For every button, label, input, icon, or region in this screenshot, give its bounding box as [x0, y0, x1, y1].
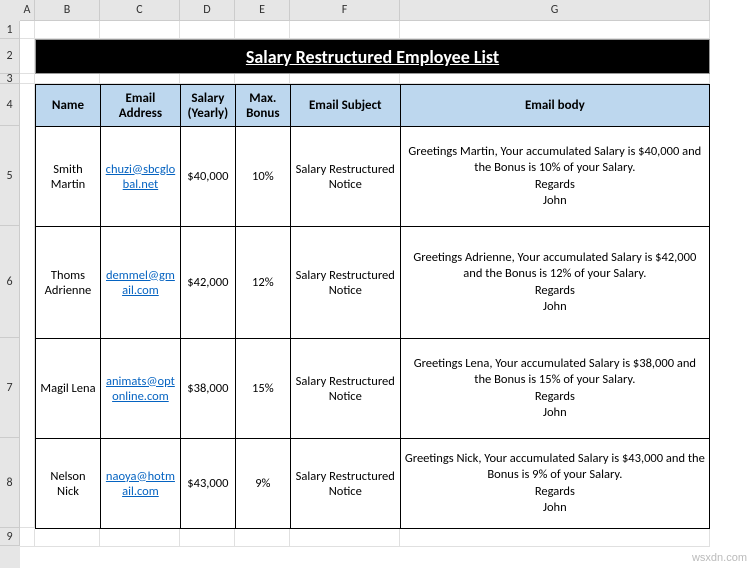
- table-row: Thoms Adriennedemmel@gmail.com$42,00012%…: [36, 227, 710, 339]
- cell[interactable]: [400, 529, 710, 547]
- cell-name[interactable]: Nelson Nick: [36, 439, 101, 529]
- cell-body[interactable]: Greetings Adrienne, Your accumulated Sal…: [400, 227, 709, 339]
- cell[interactable]: [100, 21, 180, 39]
- cell[interactable]: [400, 21, 710, 39]
- cell[interactable]: [235, 21, 290, 39]
- cell[interactable]: [35, 529, 100, 547]
- col-header-b[interactable]: B: [35, 0, 100, 21]
- cell[interactable]: [235, 529, 290, 547]
- cell[interactable]: [35, 21, 100, 39]
- col-subject[interactable]: Email Subject: [290, 85, 400, 127]
- col-header-g[interactable]: G: [400, 0, 710, 21]
- cell-subject[interactable]: Salary Restructured Notice: [290, 339, 400, 439]
- cell-bonus[interactable]: 10%: [235, 127, 290, 227]
- row-header-7[interactable]: 7: [0, 338, 20, 438]
- cell[interactable]: [180, 74, 235, 84]
- title-cell[interactable]: Salary Restructured Employee List: [35, 39, 710, 74]
- row-headers: 123456789: [0, 0, 20, 568]
- cell[interactable]: [35, 74, 100, 84]
- cell-name[interactable]: Smith Martin: [36, 127, 101, 227]
- col-header-e[interactable]: E: [235, 0, 290, 21]
- cell-name[interactable]: Thoms Adrienne: [36, 227, 101, 339]
- row-header-2[interactable]: 2: [0, 39, 20, 74]
- row-header-5[interactable]: 5: [0, 126, 20, 226]
- cell-email[interactable]: naoya@hotmail.com: [100, 439, 180, 529]
- cell-body[interactable]: Greetings Martin, Your accumulated Salar…: [400, 127, 709, 227]
- col-header-f[interactable]: F: [290, 0, 400, 21]
- row-header-3[interactable]: 3: [0, 74, 20, 84]
- row-header-9[interactable]: 9: [0, 528, 20, 546]
- cell-subject[interactable]: Salary Restructured Notice: [290, 227, 400, 339]
- email-link[interactable]: animats@optonline.com: [106, 374, 175, 404]
- email-link[interactable]: chuzi@sbcglobal.net: [106, 162, 176, 192]
- cell-salary[interactable]: $42,000: [180, 227, 235, 339]
- col-body[interactable]: Email body: [400, 85, 709, 127]
- cell[interactable]: [20, 74, 35, 84]
- cell[interactable]: [180, 21, 235, 39]
- row-header-4[interactable]: 4: [0, 84, 20, 126]
- cell-email[interactable]: animats@optonline.com: [100, 339, 180, 439]
- cell-name[interactable]: Magil Lena: [36, 339, 101, 439]
- cell-email[interactable]: chuzi@sbcglobal.net: [100, 127, 180, 227]
- table-row: Nelson Nicknaoya@hotmail.com$43,0009%Sal…: [36, 439, 710, 529]
- cell-salary[interactable]: $40,000: [180, 127, 235, 227]
- cell[interactable]: [400, 74, 710, 84]
- col-salary[interactable]: Salary (Yearly): [180, 85, 235, 127]
- column-headers: ABCDEFG: [20, 0, 755, 21]
- cell-subject[interactable]: Salary Restructured Notice: [290, 127, 400, 227]
- cell[interactable]: [235, 74, 290, 84]
- cell-subject[interactable]: Salary Restructured Notice: [290, 439, 400, 529]
- employee-table: Name Email Address Salary (Yearly) Max. …: [35, 84, 710, 529]
- col-header-a[interactable]: A: [20, 0, 35, 21]
- cell-a2[interactable]: [20, 39, 35, 74]
- cell-a4[interactable]: [20, 84, 35, 528]
- cell[interactable]: [180, 529, 235, 547]
- email-link[interactable]: naoya@hotmail.com: [106, 469, 175, 499]
- worksheet: Salary Restructured Employee List Name E…: [20, 21, 710, 547]
- cell-bonus[interactable]: 15%: [235, 339, 290, 439]
- cell[interactable]: [290, 21, 400, 39]
- row-header-6[interactable]: 6: [0, 226, 20, 338]
- cell-salary[interactable]: $43,000: [180, 439, 235, 529]
- watermark: wsxdn.com: [692, 552, 747, 564]
- cell-salary[interactable]: $38,000: [180, 339, 235, 439]
- col-name[interactable]: Name: [36, 85, 101, 127]
- table-row: Smith Martinchuzi@sbcglobal.net$40,00010…: [36, 127, 710, 227]
- col-header-c[interactable]: C: [100, 0, 180, 21]
- col-bonus[interactable]: Max. Bonus: [235, 85, 290, 127]
- col-email[interactable]: Email Address: [100, 85, 180, 127]
- row-header-1[interactable]: 1: [0, 21, 20, 39]
- cell-bonus[interactable]: 9%: [235, 439, 290, 529]
- col-header-d[interactable]: D: [180, 0, 235, 21]
- cell-email[interactable]: demmel@gmail.com: [100, 227, 180, 339]
- cell-body[interactable]: Greetings Lena, Your accumulated Salary …: [400, 339, 709, 439]
- cell[interactable]: [20, 21, 35, 39]
- table-row: Magil Lenaanimats@optonline.com$38,00015…: [36, 339, 710, 439]
- cell[interactable]: [100, 529, 180, 547]
- row-header-8[interactable]: 8: [0, 438, 20, 528]
- title-text: Salary Restructured Employee List: [246, 46, 499, 68]
- cell[interactable]: [100, 74, 180, 84]
- cell[interactable]: [290, 529, 400, 547]
- cell-body[interactable]: Greetings Nick, Your accumulated Salary …: [400, 439, 709, 529]
- cell[interactable]: [20, 529, 35, 547]
- email-link[interactable]: demmel@gmail.com: [106, 268, 175, 298]
- cell[interactable]: [290, 74, 400, 84]
- cell-bonus[interactable]: 12%: [235, 227, 290, 339]
